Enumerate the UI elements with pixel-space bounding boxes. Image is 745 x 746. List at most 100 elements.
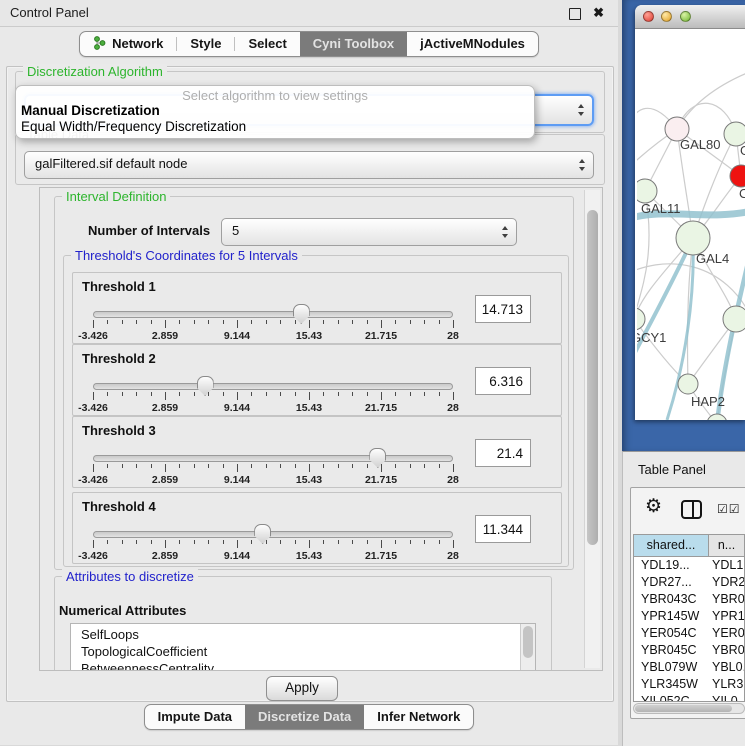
tab-label: Select (248, 36, 286, 51)
table-cell[interactable]: YER054C (634, 625, 708, 642)
gear-icon[interactable]: ⚙ (645, 496, 662, 518)
network-window[interactable]: GAL80GCGAL11GAL4GCY1HHAP2 (635, 5, 745, 420)
select-columns-checkboxes-icon[interactable]: ☑☑ (717, 502, 741, 516)
table-cell[interactable]: YDL19... (634, 557, 708, 574)
group-title: Interval Definition (62, 189, 170, 204)
threshold-3-value-field[interactable]: 21.4 (475, 439, 531, 467)
tab-style[interactable]: Style (177, 32, 234, 56)
table-row[interactable]: YBR045CYBR0... (634, 642, 744, 659)
network-node[interactable] (678, 374, 698, 394)
attribute-list-item[interactable]: TopologicalCoefficient (81, 643, 535, 660)
table-row[interactable]: YDL19...YDL1... (634, 557, 744, 574)
table-row[interactable]: YPR145WYPR1... (634, 608, 744, 625)
table-cell[interactable]: YDR27... (634, 574, 708, 591)
thresholds-group: Threshold's Coordinates for 5 Intervals … (63, 255, 569, 567)
threshold-4-value-field[interactable]: 11.344 (475, 515, 531, 543)
minimize-traffic-light-icon[interactable] (661, 11, 672, 22)
tab-label: jActiveMNodules (420, 36, 525, 51)
horizontal-scrollbar[interactable] (633, 703, 745, 714)
network-node[interactable] (637, 308, 645, 330)
table-cell[interactable]: YBL0... (708, 659, 744, 676)
slider-thumb[interactable] (254, 524, 271, 544)
table-row[interactable]: YLR345WYLR3... (634, 676, 744, 693)
table-row[interactable]: YBR043CYBR0... (634, 591, 744, 608)
apply-button[interactable]: Apply (266, 676, 338, 701)
num-intervals-combo[interactable]: 5 (221, 218, 517, 246)
tab-impute-data[interactable]: Impute Data (145, 705, 245, 729)
slider-thumb[interactable] (197, 376, 214, 396)
table-row[interactable]: YBL079WYBL0... (634, 659, 744, 676)
network-canvas[interactable]: GAL80GCGAL11GAL4GCY1HHAP2 (637, 29, 745, 420)
numerical-attributes-list[interactable]: SelfLoopsTopologicalCoefficientBetweenne… (70, 623, 536, 671)
slider-track[interactable] (93, 531, 453, 538)
slider-tick-label: 28 (447, 330, 459, 342)
dropdown-item-manual-discretization[interactable]: Manual Discretization (16, 103, 534, 119)
threshold-4-slider[interactable]: -3.4262.8599.14415.4321.71528 (93, 523, 453, 561)
network-node[interactable] (637, 179, 657, 203)
slider-track[interactable] (93, 311, 453, 318)
scrollbar-thumb[interactable] (635, 705, 732, 712)
threshold-1-value-field[interactable]: 14.713 (475, 295, 531, 323)
table-cell[interactable]: YBL079W (634, 659, 708, 676)
column-header-name[interactable]: n... (709, 535, 744, 556)
threshold-3-slider[interactable]: -3.4262.8599.14415.4321.71528 (93, 447, 453, 485)
attributes-to-discretize-group: Attributes to discretize Numerical Attri… (54, 576, 552, 671)
slider-tick-label: 21.715 (365, 402, 397, 414)
network-node-label: GAL80 (680, 137, 720, 152)
show-columns-icon[interactable] (681, 500, 702, 519)
table-cell[interactable]: YBR0... (708, 642, 744, 659)
table-cell[interactable]: YPR145W (634, 608, 708, 625)
attribute-list-item[interactable]: SelfLoops (81, 626, 535, 643)
tab-label: Network (112, 36, 163, 51)
vertical-scrollbar[interactable] (584, 190, 600, 668)
list-scrollbar[interactable] (520, 624, 535, 670)
dropdown-hint-item[interactable]: Select algorithm to view settings (16, 88, 534, 103)
table-cell[interactable]: YDL1... (708, 557, 744, 574)
table-cell[interactable]: YLR345W (634, 676, 708, 693)
tab-select[interactable]: Select (235, 32, 299, 56)
threshold-1-slider[interactable]: -3.4262.8599.14415.4321.71528 (93, 303, 453, 341)
column-header-shared-name[interactable]: shared... (634, 535, 709, 556)
threshold-2-value-field[interactable]: 6.316 (475, 367, 531, 395)
tab-discretize-data[interactable]: Discretize Data (245, 705, 364, 729)
zoom-traffic-light-icon[interactable] (680, 11, 691, 22)
table-cell[interactable]: YBR0... (708, 591, 744, 608)
tab-network[interactable]: Network (80, 32, 176, 56)
float-window-icon[interactable] (569, 8, 581, 20)
threshold-2-slider[interactable]: -3.4262.8599.14415.4321.71528 (93, 375, 453, 413)
table-cell[interactable]: YPR1... (708, 608, 744, 625)
node-table[interactable]: shared... n... YDL19...YDL1...YDR27...YD… (633, 534, 745, 702)
num-intervals-label: Number of Intervals (88, 223, 210, 238)
table-data-combo[interactable]: galFiltered.sif default node (24, 151, 594, 179)
tab-cyni-toolbox[interactable]: Cyni Toolbox (300, 32, 407, 56)
table-row[interactable]: YIL052CYIL0... (634, 693, 744, 702)
table-row[interactable]: YDR27...YDR2... (634, 574, 744, 591)
slider-track[interactable] (93, 455, 453, 462)
table-cell[interactable]: YLR3... (708, 676, 744, 693)
table-row[interactable]: YER054CYER0... (634, 625, 744, 642)
attribute-list-item[interactable]: BetweennessCentrality (81, 660, 535, 671)
table-cell[interactable]: YIL0... (708, 693, 744, 702)
dropdown-item-equal-width-frequency[interactable]: Equal Width/Frequency Discretization (16, 119, 534, 135)
table-cell[interactable]: YER0... (708, 625, 744, 642)
network-node[interactable] (676, 221, 710, 255)
slider-tick-label: 9.144 (224, 550, 250, 562)
group-title: Discretization Algorithm (23, 64, 167, 79)
table-cell[interactable]: YIL052C (634, 693, 708, 702)
slider-tick-label: 9.144 (224, 474, 250, 486)
table-cell[interactable]: YDR2... (708, 574, 744, 591)
network-canvas-wrap[interactable]: GAL80GCGAL11GAL4GCY1HHAP2 (637, 29, 745, 420)
close-traffic-light-icon[interactable] (643, 11, 654, 22)
table-cell[interactable]: YBR045C (634, 642, 708, 659)
network-node[interactable] (723, 306, 745, 332)
tab-infer-network[interactable]: Infer Network (364, 705, 473, 729)
tab-jactivemnodules[interactable]: jActiveMNodules (407, 32, 538, 56)
slider-track[interactable] (93, 383, 453, 390)
close-icon[interactable]: ✖ (593, 4, 604, 22)
network-node[interactable] (730, 165, 745, 187)
slider-thumb[interactable] (369, 448, 386, 468)
table-cell[interactable]: YBR043C (634, 591, 708, 608)
scrollbar-thumb[interactable] (523, 626, 533, 658)
scrollbar-thumb[interactable] (587, 210, 598, 545)
network-window-titlebar[interactable] (635, 5, 745, 29)
